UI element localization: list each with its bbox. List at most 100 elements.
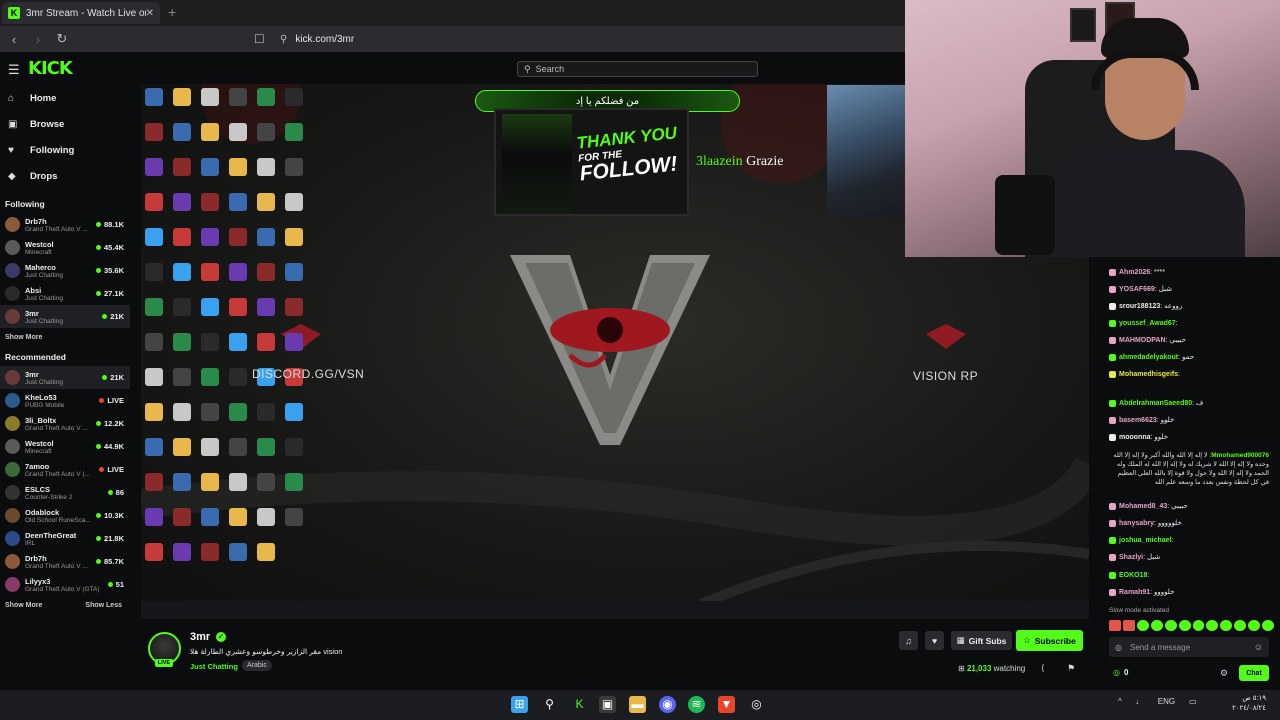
live-badge: LIVE <box>155 659 173 667</box>
channel-item[interactable]: Drb7h Grand Theft Auto V ... 88.1K <box>0 213 130 236</box>
channel-item[interactable]: Drb7h Grand Theft Auto V ... 85.7K <box>0 550 130 573</box>
channel-item[interactable]: 7amoo Grand Theft Auto V (... LIVE <box>0 458 130 481</box>
chat-username[interactable]: Mohamedhisgeifs <box>1119 371 1178 378</box>
report-icon[interactable]: ⚑ <box>1067 663 1075 674</box>
chat-username[interactable]: EOKO18 <box>1119 572 1147 579</box>
back-icon[interactable]: ‹ <box>4 32 24 47</box>
channel-item[interactable]: Odablock Old School RuneSca... 10.3K <box>0 504 130 527</box>
desktop-app-icon <box>257 438 275 456</box>
address-bar[interactable]: ⚲ kick.com/3mr <box>280 30 354 48</box>
gear-icon[interactable]: ⚙ <box>1220 668 1228 679</box>
subscribe-button[interactable]: ☆ Subscribe <box>1016 630 1083 651</box>
emote[interactable] <box>1192 620 1205 631</box>
chat-username[interactable]: ahmedadelyakout <box>1119 354 1178 361</box>
recommended-show-more[interactable]: Show More <box>5 602 42 609</box>
store-icon[interactable]: ▣ <box>599 696 616 713</box>
gift-subs-button[interactable]: ▦ Gift Subs <box>951 631 1012 650</box>
emote[interactable] <box>1206 620 1219 631</box>
new-tab-button[interactable]: + <box>168 4 176 20</box>
emote[interactable] <box>1178 620 1191 631</box>
channel-item[interactable]: Westcol Minecraft 44.9K <box>0 435 130 458</box>
desktop-app-icon <box>257 473 275 491</box>
chevron-up-icon[interactable]: ^ <box>1118 697 1122 706</box>
search-icon[interactable]: ⚲ <box>541 696 558 713</box>
notification-bell-icon[interactable]: ♫ <box>899 631 918 650</box>
chat-send-button[interactable]: Chat <box>1239 665 1269 681</box>
channel-item[interactable]: 3mr Just Chatting 21K <box>0 305 130 328</box>
chat-username[interactable]: Mmohamed900076 <box>1211 452 1269 459</box>
emote-bar[interactable] <box>1109 620 1275 632</box>
emote[interactable] <box>1109 620 1121 631</box>
app-icon[interactable]: ◎ <box>748 696 765 713</box>
sidebar-item-home[interactable]: ⌂ Home <box>0 85 130 111</box>
sidebar-item-drops[interactable]: ◆ Drops <box>0 163 130 189</box>
search-input[interactable]: ⚲ Search <box>517 61 758 77</box>
network-icon[interactable]: ▭ <box>1189 697 1197 706</box>
stream-tag[interactable]: Arabic <box>242 660 272 671</box>
chat-username[interactable]: Ahm2026 <box>1119 269 1150 276</box>
brave-icon[interactable]: ▼ <box>718 696 735 713</box>
chat-username[interactable]: AbdelrahmanSaeed80 <box>1119 400 1192 407</box>
kick-app-icon[interactable]: K <box>571 696 588 713</box>
emote[interactable] <box>1234 620 1247 631</box>
follow-heart-icon[interactable]: ♥ <box>925 631 944 650</box>
chat-badge-icon <box>1109 399 1116 407</box>
chat-username[interactable]: srour188123 <box>1119 303 1160 310</box>
channel-item[interactable]: DeenTheGreat IRL 21.8K <box>0 527 130 550</box>
avatar <box>5 439 20 454</box>
reload-icon[interactable]: ↻ <box>52 31 72 47</box>
stream-category[interactable]: Just Chatting <box>190 662 238 671</box>
close-tab-icon[interactable]: ✕ <box>146 8 154 19</box>
channel-item[interactable]: Westcol Minecraft 45.4K <box>0 236 130 259</box>
channel-item[interactable]: 3mr Just Chatting 21K <box>0 366 130 389</box>
chat-username[interactable]: MAHMODPAN <box>1119 337 1166 344</box>
chat-username[interactable]: YOSAF669 <box>1119 286 1155 293</box>
language-indicator[interactable]: ENG <box>1158 697 1175 706</box>
sidebar-item-following[interactable]: ♥ Following <box>0 137 130 163</box>
chat-username[interactable]: Ramah91 <box>1119 589 1150 596</box>
windows-start-icon[interactable]: ⊞ <box>511 696 528 713</box>
chat-username[interactable]: youssef_Awad67 <box>1119 320 1176 327</box>
show-more-label[interactable]: Show More <box>5 334 42 341</box>
forward-icon[interactable]: › <box>28 32 48 47</box>
following-show-more[interactable]: Show More <box>0 328 130 346</box>
chat-username[interactable]: mooonna <box>1119 434 1151 441</box>
channel-item[interactable]: ESLCS Counter-Strike 2 86 <box>0 481 130 504</box>
channel-item-viewers: 12.2K <box>95 419 124 428</box>
emote[interactable] <box>1220 620 1233 631</box>
channel-name[interactable]: 3mr <box>190 631 210 643</box>
channel-item[interactable]: Lilyyx3 Grand Theft Auto V (GTA) 51 <box>0 573 130 596</box>
spotify-icon[interactable]: ≋ <box>688 696 705 713</box>
channel-item[interactable]: Maherco Just Chatting 35.6K <box>0 259 130 282</box>
emote[interactable] <box>1262 620 1275 631</box>
menu-icon[interactable]: ☰ <box>8 62 20 78</box>
chat-username[interactable]: joshua_michael <box>1119 537 1172 544</box>
chat-username[interactable]: Shazlyi <box>1119 554 1143 561</box>
chat-input[interactable]: ◎ Send a message ☺ <box>1109 637 1269 657</box>
emote[interactable] <box>1136 620 1149 631</box>
channel-item[interactable]: 3li_Boltx Grand Theft Auto V ... 12.2K <box>0 412 130 435</box>
bookmark-icon[interactable]: ☐ <box>254 32 265 46</box>
channel-points[interactable]: ◎ 0 <box>1113 668 1128 677</box>
sidebar-item-browse[interactable]: ▣ Browse <box>0 111 130 137</box>
browser-tab[interactable]: K 3mr Stream - Watch Live on K ✕ <box>2 2 160 24</box>
chat-username[interactable]: Mohamed8_43 <box>1119 503 1167 510</box>
folder-icon[interactable]: ▬ <box>629 696 646 713</box>
clock[interactable]: ٥:١٩ ص ٢٠٢٤/٠٨/٢٤ <box>1232 694 1266 714</box>
share-icon[interactable]: ⟨ <box>1041 663 1045 674</box>
chat-username[interactable]: basem6623 <box>1119 417 1157 424</box>
channel-item[interactable]: KheLo53 PUBG Mobile LIVE <box>0 389 130 412</box>
site-info-icon[interactable]: ⚲ <box>280 34 287 45</box>
emote[interactable] <box>1122 620 1135 631</box>
emote[interactable] <box>1248 620 1261 631</box>
emoji-picker-icon[interactable]: ☺ <box>1254 642 1263 652</box>
emote[interactable] <box>1150 620 1163 631</box>
kick-logo[interactable]: KICK <box>28 58 73 79</box>
recommended-show-less[interactable]: Show Less <box>85 602 122 609</box>
channel-item[interactable]: Absi Just Chatting 27.1K <box>0 282 130 305</box>
discord-icon[interactable]: ◉ <box>659 696 676 713</box>
microphone-icon[interactable]: ♩ <box>1136 697 1144 706</box>
chat-username[interactable]: hanysabry <box>1119 520 1154 527</box>
chat-settings-icon[interactable]: ◎ <box>1115 643 1122 652</box>
emote[interactable] <box>1164 620 1177 631</box>
